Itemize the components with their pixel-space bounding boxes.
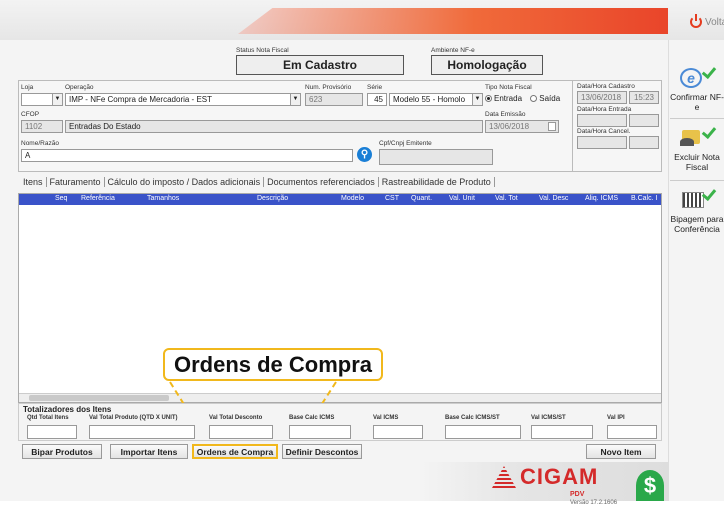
base-calc-icms-st-label: Base Calc ICMS/ST: [445, 415, 500, 421]
cigam-mark-icon: [492, 466, 516, 488]
confirmar-nfe-button[interactable]: e Confirmar NF-e: [670, 64, 724, 112]
cigam-logo: CIGAM PDV Versão 17.2.1606: [492, 464, 617, 506]
val-icms-field: [373, 425, 423, 439]
definir-descontos-button[interactable]: Definir Descontos: [282, 444, 362, 459]
base-calc-icms-field: [289, 425, 351, 439]
bipagem-label: Bipagem para Conferência: [670, 214, 724, 234]
divider: [670, 180, 724, 181]
ordens-compra-callout: Ordens de Compra: [163, 348, 383, 381]
totals-panel: Totalizadores dos Itens Qtd Total Itens …: [18, 403, 662, 441]
val-ipi-label: Val IPI: [607, 415, 625, 421]
excluir-nota-button[interactable]: Excluir Nota Fiscal: [670, 124, 724, 172]
val-total-desconto-field: [209, 425, 273, 439]
totals-title: Totalizadores dos Itens: [23, 405, 112, 414]
val-icms-st-field: [531, 425, 593, 439]
val-total-desconto-label: Val Total Desconto: [209, 415, 263, 421]
bipagem-conferencia-button[interactable]: Bipagem para Conferência: [670, 186, 724, 234]
divider: [670, 118, 724, 119]
qtd-total-field: [27, 425, 77, 439]
bipar-produtos-button[interactable]: Bipar Produtos: [22, 444, 102, 459]
brand-sub: PDV: [570, 491, 585, 498]
barcode-icon: [678, 186, 716, 212]
dollar-icon: $: [636, 470, 664, 501]
brand-name: CIGAM: [520, 464, 599, 489]
base-calc-icms-st-field: [445, 425, 521, 439]
check-icon: [702, 124, 716, 138]
delete-note-icon: [678, 124, 716, 150]
base-calc-icms-label: Base Calc ICMS: [289, 415, 335, 421]
val-icms-label: Val ICMS: [373, 415, 399, 421]
val-total-produto-field: [89, 425, 195, 439]
val-ipi-field: [607, 425, 657, 439]
nfe-icon: e: [678, 64, 716, 90]
check-icon: [702, 64, 716, 78]
check-icon: [702, 186, 716, 200]
val-total-produto-label: Val Total Produto (QTD X UNIT): [89, 415, 178, 421]
confirmar-nfe-label: Confirmar NF-e: [670, 92, 724, 112]
qtd-total-label: Qtd Total Itens: [27, 415, 69, 421]
importar-itens-button[interactable]: Importar Itens: [110, 444, 188, 459]
application-window: Voltar Status Nota Fiscal Em Cadastro Am…: [0, 0, 724, 506]
ordens-compra-button[interactable]: Ordens de Compra: [192, 444, 278, 459]
excluir-nota-label: Excluir Nota Fiscal: [674, 152, 720, 172]
val-icms-st-label: Val ICMS/ST: [531, 415, 566, 421]
novo-item-button[interactable]: Novo Item: [586, 444, 656, 459]
